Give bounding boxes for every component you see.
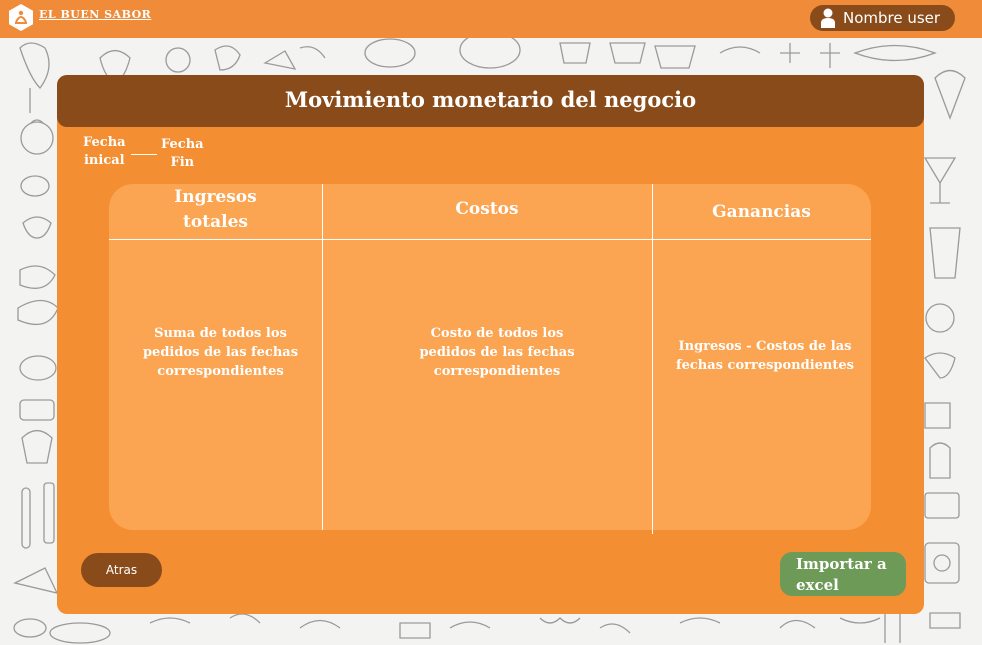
cell-costos: Costo de todos los pedidos de las fechas… [322, 324, 672, 381]
broccoli-doodle [19, 42, 50, 113]
date-end-label-line1: Fecha [161, 137, 204, 152]
cell-ingresos: Suma de todos los pedidos de las fechas … [109, 324, 332, 381]
cell-line: pedidos de las fechas [142, 345, 299, 360]
column-header-line: totales [183, 212, 248, 232]
cell-line: Ingresos - Costos de las [678, 339, 852, 354]
page-title: Movimiento monetario del negocio [284, 87, 697, 112]
export-excel-label-line1: Importar a [796, 555, 887, 573]
person-icon [821, 8, 835, 28]
cell-ganancias: Ingresos - Costos de las fechas correspo… [652, 337, 878, 375]
panel-header: Movimiento monetario del negocio [57, 75, 924, 127]
report-panel: Movimiento monetario del negocio Fecha i… [57, 75, 924, 614]
cell-line: fechas correspondientes [676, 358, 854, 373]
cell-line: correspondientes [157, 364, 284, 379]
cell-line: correspondientes [433, 364, 561, 379]
back-button[interactable]: Atras [81, 553, 162, 587]
date-range-separator [131, 154, 157, 155]
user-menu-button[interactable]: Nombre user [810, 5, 955, 31]
column-header-ganancias: Ganancias [652, 200, 871, 225]
cell-line: Suma de todos los [154, 326, 287, 341]
cell-line: Costo de todos los [430, 326, 564, 341]
date-end-label-line2: Fin [170, 155, 195, 170]
column-header-line: Ingresos [174, 187, 257, 207]
header-divider [109, 239, 871, 240]
column-header-line: Costos [455, 199, 519, 219]
chef-hat-logo-icon[interactable] [9, 4, 33, 31]
column-header-costos: Costos [322, 197, 652, 222]
top-bar: EL BUEN SABOR Nombre user [0, 0, 982, 38]
export-excel-label-line2: excel [796, 576, 839, 594]
brand-name[interactable]: EL BUEN SABOR [39, 8, 151, 21]
date-start-picker[interactable]: Fecha inical [83, 134, 126, 170]
column-header-line: Ganancias [712, 202, 811, 222]
summary-table: Ingresos totales Costos Ganancias Suma d… [109, 184, 871, 534]
date-start-label-line2: inical [83, 153, 125, 168]
cell-line: pedidos de las fechas [419, 345, 575, 360]
column-header-ingresos: Ingresos totales [109, 185, 322, 235]
user-name: Nombre user [843, 9, 941, 27]
date-end-picker[interactable]: Fecha Fin [161, 136, 204, 172]
date-start-label-line1: Fecha [83, 135, 126, 150]
export-excel-button[interactable]: Importar a excel [780, 552, 906, 596]
